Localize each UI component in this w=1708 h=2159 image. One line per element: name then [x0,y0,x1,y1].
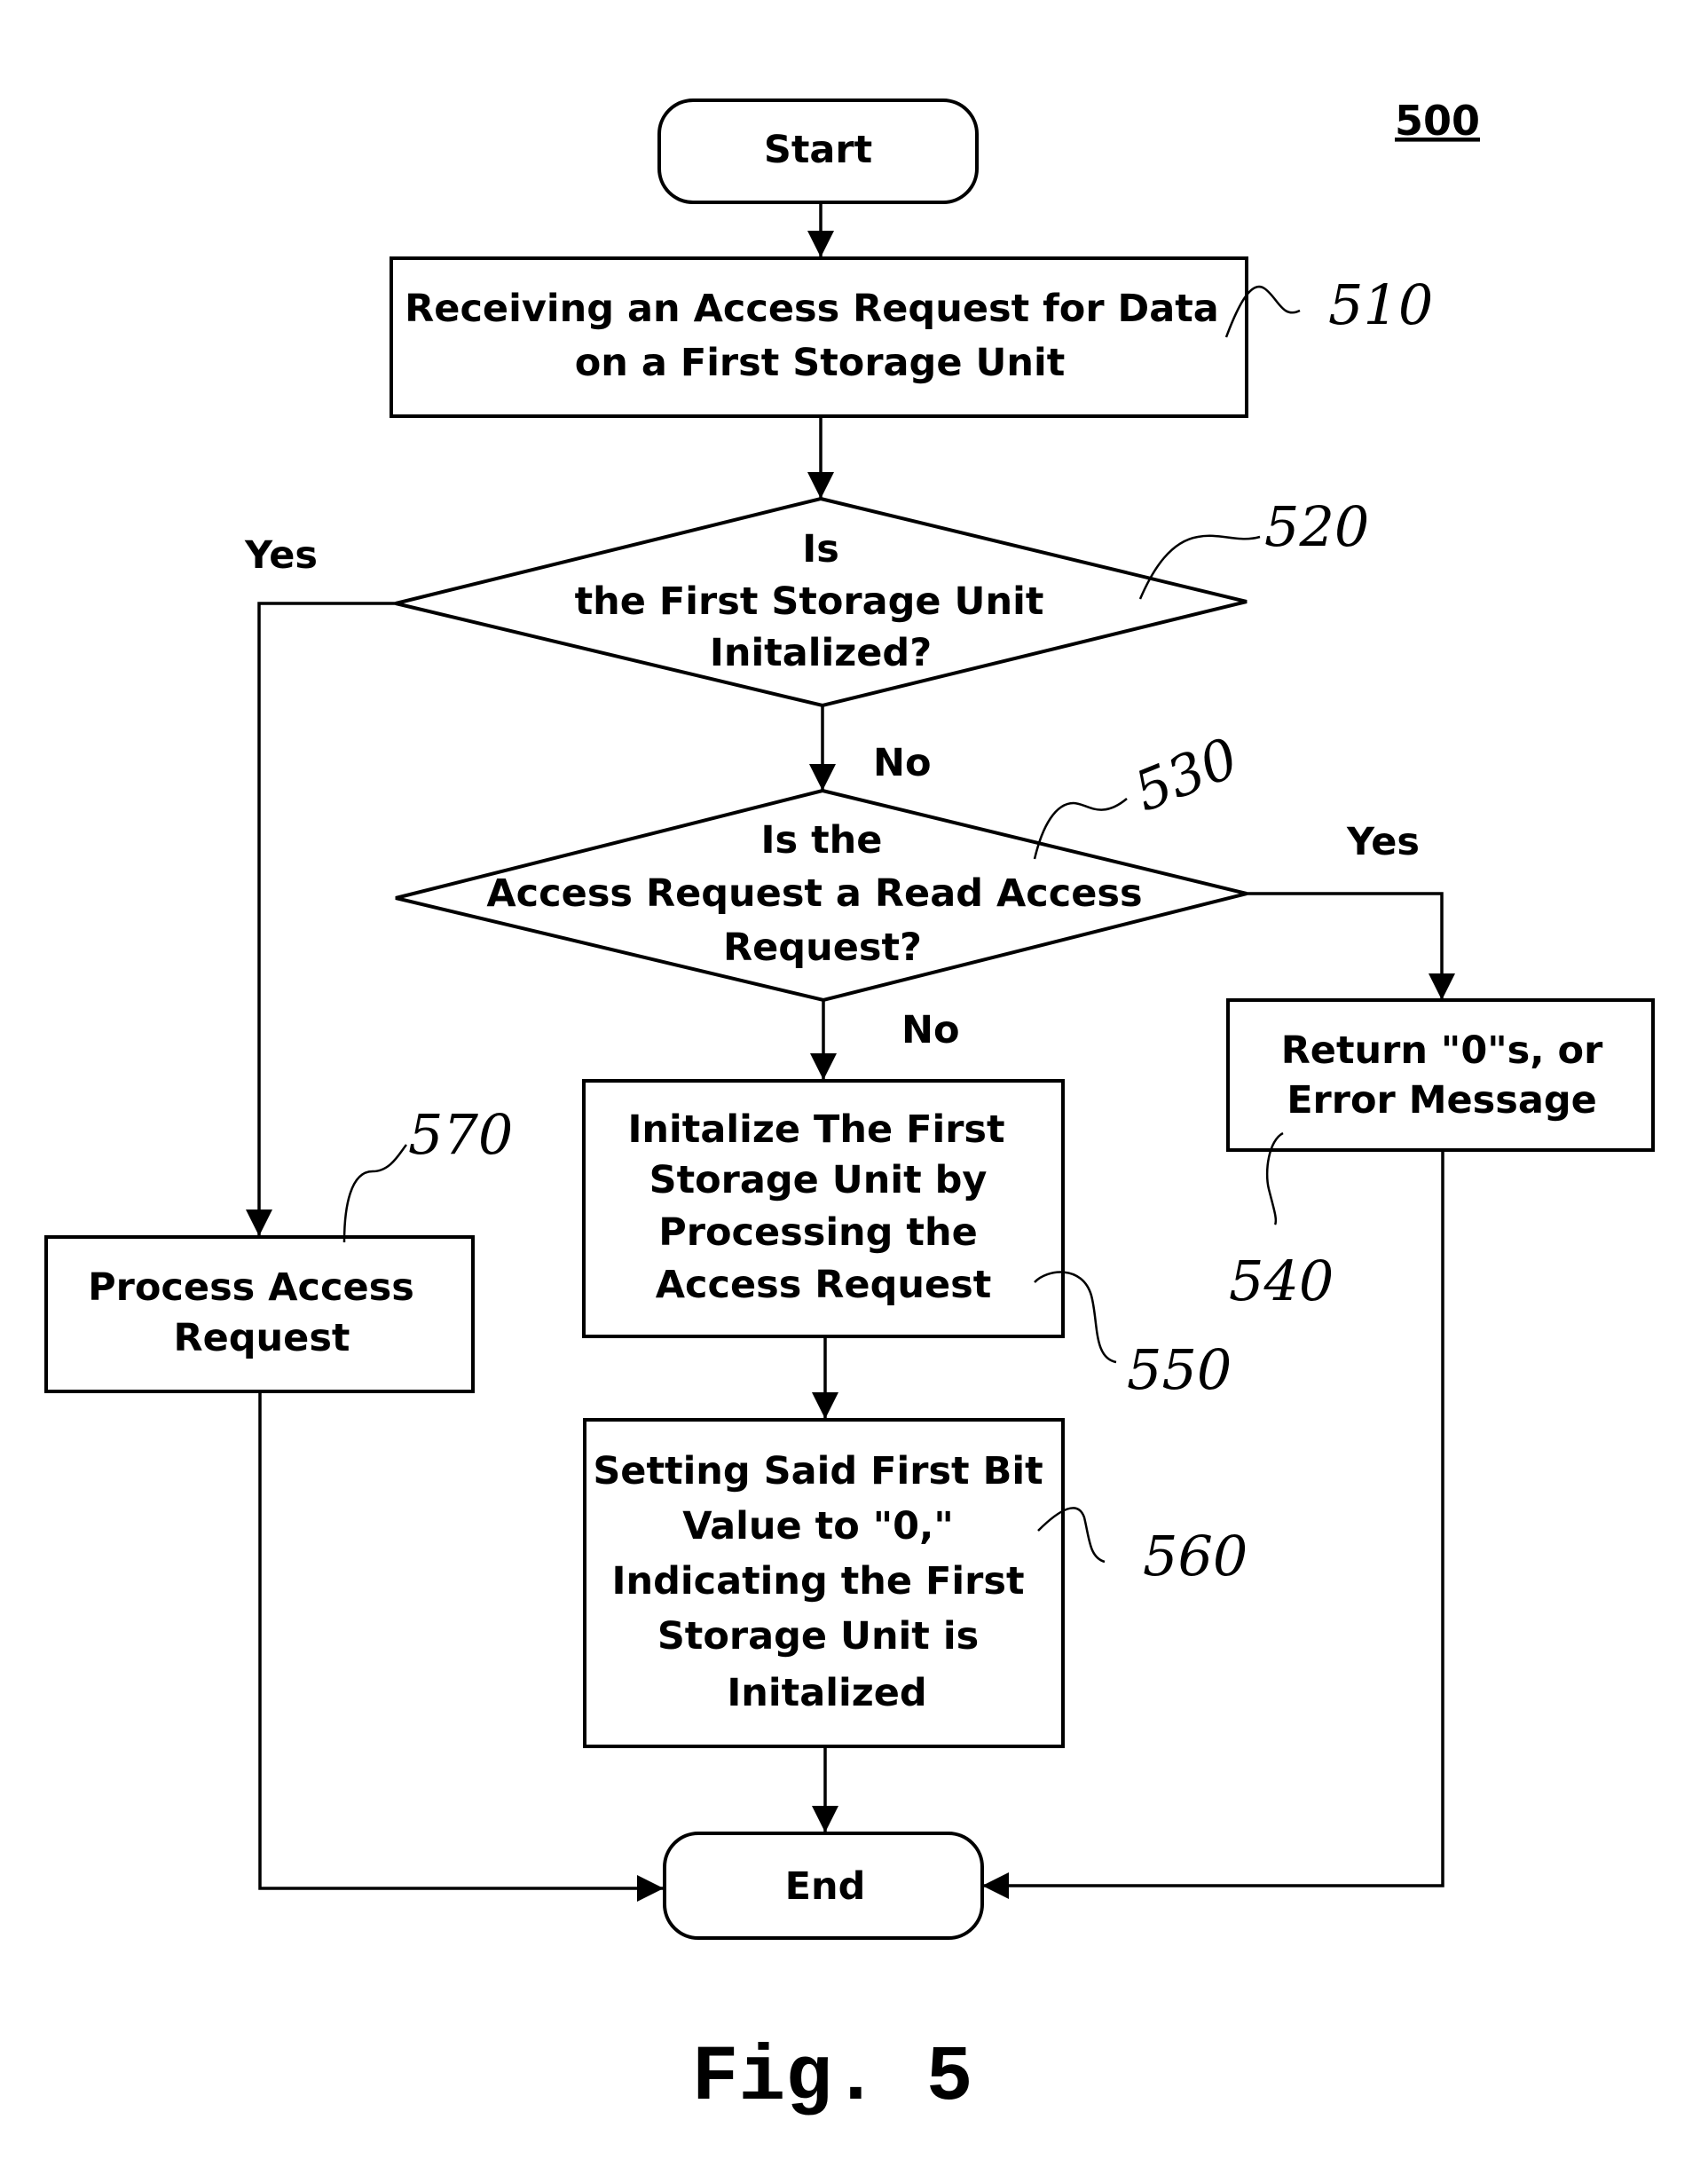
ref-540: 540 [1229,1249,1334,1313]
node-540-line-1: Return "0"s, or [1281,1028,1603,1073]
edge-label-520-no: No [873,741,932,785]
node-520: Is the First Storage Unit Initalized? [395,496,1248,708]
figure-caption: Fig. 5 [692,2035,973,2123]
ref-560: 560 [1143,1524,1248,1588]
node-start: Start [657,98,979,204]
node-570-line-2: Request [174,1316,350,1360]
flowchart: 500 Yes No Yes No Start Receiving an Acc… [44,97,1655,2123]
node-560-line-3: Indicating the First [611,1559,1024,1603]
edge-label-530-no: No [901,1008,960,1052]
node-530-line-1: Is the [761,818,883,863]
leader-570 [342,1144,407,1243]
node-550-line-3: Processing the [658,1210,978,1255]
node-560-line-5: Initalized [727,1671,926,1715]
node-530-line-3: Request? [723,926,922,970]
node-560: Setting Said First Bit Value to "0," Ind… [583,1418,1065,1748]
node-570: Process Access Request [44,1235,475,1393]
ref-510: 510 [1328,272,1433,337]
node-540-line-2: Error Message [1287,1078,1597,1123]
edge-520-570-yes [246,602,396,1236]
node-530-line-2: Access Request a Read Access [486,871,1142,916]
node-550-line-2: Storage Unit by [649,1158,988,1202]
node-510: Receiving an Access Request for Data on … [390,256,1248,418]
edge-530-540-yes [1247,892,1455,1000]
node-end-text: End [785,1864,866,1909]
node-start-text: Start [764,128,872,172]
node-end: End [663,1832,984,1940]
node-560-line-4: Storage Unit is [657,1614,979,1659]
edge-label-520-yes: Yes [244,533,318,578]
node-530: Is the Access Request a Read Access Requ… [395,788,1248,1003]
ref-520: 520 [1264,494,1369,559]
node-550: Initalize The First Storage Unit by Proc… [582,1079,1065,1338]
node-550-line-1: Initalize The First [627,1107,1004,1152]
ref-570: 570 [408,1102,513,1167]
figure-reference-number: 500 [1395,97,1480,145]
node-510-line-2: on a First Storage Unit [575,341,1066,385]
node-560-line-1: Setting Said First Bit [593,1449,1043,1493]
node-570-line-1: Process Access [88,1265,414,1310]
node-540: Return "0"s, or Error Message [1226,998,1655,1152]
node-520-line-3: Initalized? [710,631,932,675]
edge-label-530-yes: Yes [1346,820,1420,864]
node-510-line-1: Receiving an Access Request for Data [405,287,1219,331]
ref-550: 550 [1127,1337,1232,1402]
node-520-line-1: Is [802,527,839,571]
node-560-line-2: Value to "0," [682,1504,954,1548]
node-550-line-4: Access Request [656,1263,992,1307]
ref-530: 530 [1125,725,1247,824]
node-520-line-2: the First Storage Unit [575,579,1044,624]
